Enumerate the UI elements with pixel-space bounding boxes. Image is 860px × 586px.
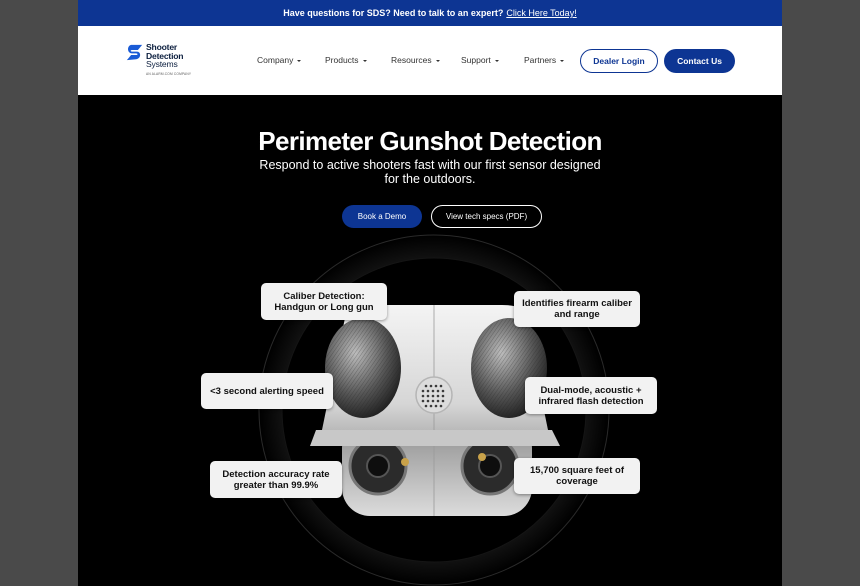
header-nav: Shooter Detection Systems AN ALARM.COM C…	[78, 26, 782, 95]
callout-alerting-speed: <3 second alerting speed	[201, 373, 333, 409]
callout-accuracy: Detection accuracy rate greater than 99.…	[210, 461, 342, 498]
callout-coverage: 15,700 square feet of coverage	[514, 458, 640, 494]
chevron-down-icon	[560, 59, 565, 62]
announcement-bar: Have questions for SDS? Need to talk to …	[78, 0, 782, 26]
microphone-left	[325, 318, 401, 418]
hero-subtitle: Respond to active shooters fast with our…	[259, 158, 601, 186]
dealer-login-button[interactable]: Dealer Login	[580, 49, 658, 73]
book-demo-button[interactable]: Book a Demo	[342, 205, 422, 228]
callout-identifies-caliber: Identifies firearm caliber and range	[514, 291, 640, 327]
speaker-grille	[415, 376, 453, 414]
nav-item-resources[interactable]: Resources	[391, 55, 440, 65]
nav-item-label: Support	[461, 55, 491, 65]
nav-item-partners[interactable]: Partners	[524, 55, 565, 65]
chevron-down-icon	[494, 59, 499, 62]
logo-line-3: Systems	[146, 59, 178, 69]
callout-dual-mode: Dual-mode, acoustic + infrared flash det…	[525, 377, 657, 414]
sds-logo-icon	[126, 44, 143, 61]
web-page: Have questions for SDS? Need to talk to …	[78, 0, 782, 586]
logo-wordmark: Shooter Detection Systems	[146, 43, 184, 69]
led-indicator	[401, 458, 409, 466]
nav-item-label: Products	[325, 55, 359, 65]
callout-caliber-detection: Caliber Detection: Handgun or Long gun	[261, 283, 387, 320]
chevron-down-icon	[297, 59, 302, 62]
sensor-brim	[310, 430, 560, 446]
speaker-holes	[421, 384, 445, 408]
nav-item-label: Resources	[391, 55, 432, 65]
announcement-text: Have questions for SDS? Need to talk to …	[283, 8, 504, 18]
chevron-down-icon	[362, 59, 367, 62]
tech-specs-button[interactable]: View tech specs (PDF)	[431, 205, 542, 228]
camera-lens-right	[460, 436, 520, 496]
nav-item-company[interactable]: Company	[257, 55, 302, 65]
camera-lens-left	[348, 436, 408, 496]
contact-us-button[interactable]: Contact Us	[664, 49, 735, 73]
hero-title: Perimeter Gunshot Detection	[258, 126, 602, 156]
nav-item-label: Partners	[524, 55, 557, 65]
camera-lens-left-inner	[366, 454, 390, 478]
sensor-body	[321, 305, 549, 446]
logo[interactable]: Shooter Detection Systems AN ALARM.COM C…	[126, 43, 196, 81]
announcement-link[interactable]: Click Here Today!	[506, 8, 576, 18]
led-indicator	[478, 453, 486, 461]
sensor-lower-housing	[342, 420, 532, 516]
camera-lens-right-inner	[478, 454, 502, 478]
nav-item-products[interactable]: Products	[325, 55, 367, 65]
nav-item-label: Company	[257, 55, 294, 65]
chevron-down-icon	[435, 59, 440, 62]
logo-tagline: AN ALARM.COM COMPANY	[146, 72, 192, 76]
nav-item-support[interactable]: Support	[461, 55, 499, 65]
microphone-left-mesh	[325, 318, 401, 418]
